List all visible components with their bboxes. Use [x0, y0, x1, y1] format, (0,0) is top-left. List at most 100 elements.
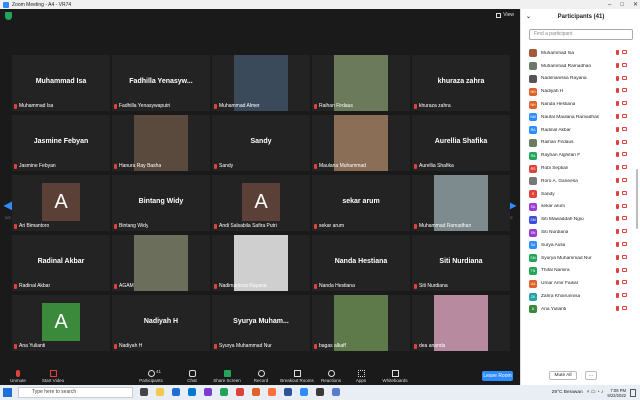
video-off-icon[interactable] — [622, 254, 627, 259]
mic-muted-icon[interactable] — [616, 216, 619, 222]
start-video-button[interactable]: Start Video — [35, 369, 71, 385]
whiteboards-button[interactable]: Whiteboards — [377, 369, 413, 385]
mic-muted-icon[interactable] — [616, 280, 619, 286]
video-off-icon[interactable] — [622, 177, 627, 182]
participant-list-item[interactable]: Raihan Firdaus — [521, 137, 635, 150]
mute-all-button[interactable]: Mute All — [549, 371, 577, 380]
participant-tile[interactable]: Nadiyah H Nadiyah H — [112, 295, 210, 351]
mic-muted-icon[interactable] — [616, 101, 619, 107]
participant-search-input[interactable]: Find a participant — [529, 29, 633, 40]
mic-muted-icon[interactable] — [616, 267, 619, 273]
zoom-taskbar-icon[interactable] — [300, 388, 308, 396]
video-off-icon[interactable] — [622, 216, 627, 221]
participant-tile[interactable]: Aurellia Shafika Aurellia Shafika — [412, 115, 510, 171]
mic-muted-icon[interactable] — [616, 75, 619, 81]
participant-tile[interactable]: Syurya Muham... Syurya Muhammad Nur — [212, 295, 310, 351]
participant-list-item[interactable]: SM Siti Mawaddah Ngiu — [521, 213, 635, 226]
teams-icon[interactable] — [204, 388, 212, 396]
participant-tile[interactable]: dea ananda — [412, 295, 510, 351]
notification-icon[interactable] — [630, 388, 636, 397]
participant-list-item[interactable]: S Sandy — [521, 188, 635, 201]
share-screen-button[interactable]: Share Screen — [209, 369, 245, 385]
view-button[interactable]: View — [496, 12, 514, 18]
participant-list-item[interactable]: NH Nanda Hestiana — [521, 98, 635, 111]
participant-tile[interactable]: Maulana Muhammad — [312, 115, 410, 171]
participant-tile[interactable]: Muhammad Almer — [212, 55, 310, 111]
participant-tile[interactable]: Radinal Akbar Radinal Akbar — [12, 235, 110, 291]
participant-list-item[interactable]: RA Radinal Akbar — [521, 124, 635, 137]
participant-list-item[interactable]: NH Nadiyah H — [521, 85, 635, 98]
windows-start-icon[interactable] — [3, 388, 12, 397]
video-off-icon[interactable] — [622, 126, 627, 131]
mic-muted-icon[interactable] — [616, 190, 619, 196]
participant-list-item[interactable]: NM Naufal Maulana Ramadhan — [521, 111, 635, 124]
mic-muted-icon[interactable] — [616, 62, 619, 68]
mic-muted-icon[interactable] — [616, 165, 619, 171]
apps-button[interactable]: Apps — [343, 369, 379, 385]
participant-list-item[interactable]: UA Umar Amir Faisal — [521, 277, 635, 290]
mic-muted-icon[interactable] — [616, 50, 619, 55]
app-icon[interactable] — [316, 388, 324, 396]
mic-muted-icon[interactable] — [616, 152, 619, 158]
participant-tile[interactable]: Siti Nurdiana Siti Nurdiana — [412, 235, 510, 291]
maximize-icon[interactable]: □ — [620, 2, 624, 8]
participant-list-item[interactable]: Nadimanissa Rayana — [521, 73, 635, 86]
participant-list-item[interactable]: SN Siti Nurdiana — [521, 226, 635, 239]
taskbar-search-input[interactable]: Type here to search — [18, 387, 133, 398]
participant-list-item[interactable]: Muhammad Isa — [521, 47, 635, 60]
breakout-rooms-button[interactable]: Breakout Rooms — [279, 369, 315, 385]
clock[interactable]: 7:06 PM 9/22/2022 — [607, 388, 626, 398]
participant-tile[interactable]: sekar arum sekar arum — [312, 175, 410, 231]
record-button[interactable]: Record — [243, 369, 279, 385]
mic-muted-icon[interactable] — [616, 126, 619, 132]
store-icon[interactable] — [188, 388, 196, 396]
close-icon[interactable]: ✕ — [633, 1, 638, 8]
mic-muted-icon[interactable] — [616, 203, 619, 209]
more-options-button[interactable]: ... — [585, 371, 597, 380]
participant-list-scrollbar[interactable] — [636, 169, 638, 229]
edge-icon[interactable] — [172, 388, 180, 396]
participant-list-item[interactable]: SA Surya Aulia — [521, 239, 635, 252]
participant-list-item[interactable]: ZK Zahra Khoirunnisa — [521, 290, 635, 303]
video-off-icon[interactable] — [622, 241, 627, 246]
video-off-icon[interactable] — [622, 293, 627, 298]
participant-tile[interactable]: Bintang Widy Bintang Widy — [112, 175, 210, 231]
participant-tile[interactable]: Muhammad Isa Muhammad Isa — [12, 55, 110, 111]
word-icon[interactable] — [284, 388, 292, 396]
video-off-icon[interactable] — [622, 152, 627, 157]
participant-tile[interactable]: Raihan Firdaus — [312, 55, 410, 111]
participants-button[interactable]: Participants — [133, 369, 169, 385]
mic-muted-icon[interactable] — [616, 88, 619, 94]
participant-tile[interactable]: A Ana Yulianti — [12, 295, 110, 351]
tray-icons[interactable]: ˄ ▭ ◔ ♪ — [587, 390, 604, 395]
mic-muted-icon[interactable] — [616, 254, 619, 260]
file-explorer-icon[interactable] — [156, 388, 164, 396]
mic-muted-icon[interactable] — [616, 229, 619, 235]
chat-button[interactable]: Chat — [174, 369, 210, 385]
participant-tile[interactable]: Fadhilla Yenasyw... Fadhilla Yenasywaputr… — [112, 55, 210, 111]
firefox-icon[interactable] — [268, 388, 276, 396]
app-icon-2[interactable] — [332, 388, 340, 396]
video-off-icon[interactable] — [622, 229, 627, 234]
chrome-icon[interactable] — [236, 388, 244, 396]
video-off-icon[interactable] — [622, 267, 627, 272]
video-off-icon[interactable] — [622, 62, 627, 67]
mic-muted-icon[interactable] — [616, 305, 619, 311]
video-off-icon[interactable] — [622, 305, 627, 310]
mic-muted-icon[interactable] — [616, 177, 619, 183]
video-off-icon[interactable] — [622, 165, 627, 170]
participant-tile[interactable]: bagas alkaff — [312, 295, 410, 351]
mic-muted-icon[interactable] — [616, 139, 619, 145]
security-shield-icon[interactable] — [5, 12, 12, 20]
powerpoint-icon[interactable] — [252, 388, 260, 396]
minimize-icon[interactable]: – — [608, 2, 611, 8]
video-off-icon[interactable] — [622, 88, 627, 93]
video-off-icon[interactable] — [622, 280, 627, 285]
video-off-icon[interactable] — [622, 190, 627, 195]
participant-list-item[interactable]: RS Robi Septian — [521, 162, 635, 175]
participant-tile[interactable]: Jasmine Febyan Jasmine Febyan — [12, 115, 110, 171]
mic-muted-icon[interactable] — [616, 241, 619, 247]
participant-list-item[interactable]: Roro A. Ganeesa — [521, 175, 635, 188]
participant-tile[interactable]: Nanda Hestiana Nanda Hestiana — [312, 235, 410, 291]
participant-tile[interactable]: Hanura Ray Basha — [112, 115, 210, 171]
